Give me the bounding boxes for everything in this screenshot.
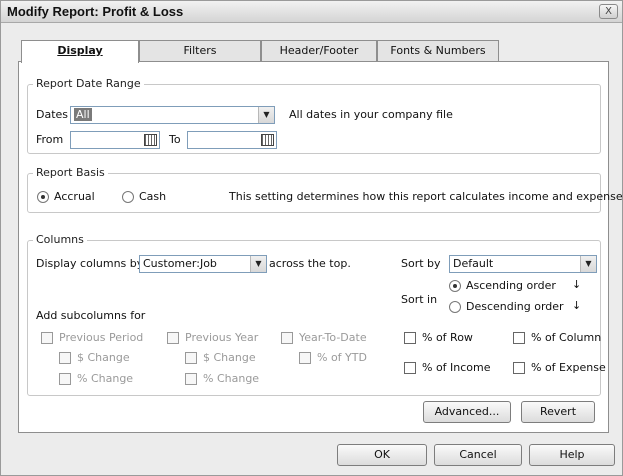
ascending-radio[interactable] (449, 280, 461, 292)
from-date-field[interactable] (70, 131, 160, 149)
date-range-title: Report Date Range (33, 77, 144, 90)
ok-button-label: OK (374, 448, 390, 461)
title-bar: Modify Report: Profit & Loss X (1, 1, 622, 23)
pct-row-checkbox[interactable] (404, 332, 416, 344)
year-to-date-checkbox[interactable] (281, 332, 293, 344)
chevron-down-icon: ▼ (258, 107, 274, 123)
pct-income-checkbox[interactable] (404, 362, 416, 374)
pct-row-label[interactable]: % of Row (422, 331, 473, 344)
pct-ytd-checkbox[interactable] (299, 352, 311, 364)
year-to-date-label[interactable]: Year-To-Date (299, 331, 367, 344)
chevron-down-icon: ▼ (250, 256, 266, 272)
chevron-down-icon: ▼ (580, 256, 596, 272)
previous-period-label[interactable]: Previous Period (59, 331, 143, 344)
cash-label[interactable]: Cash (139, 190, 166, 203)
cancel-button[interactable]: Cancel (434, 444, 522, 466)
pct-change-label-1[interactable]: % Change (77, 372, 133, 385)
tab-fonts-numbers[interactable]: Fonts & Numbers (377, 40, 499, 62)
report-basis-title: Report Basis (33, 166, 108, 179)
to-date-field[interactable] (187, 131, 277, 149)
tab-fonts-numbers-label: Fonts & Numbers (390, 44, 486, 57)
revert-button[interactable]: Revert (521, 401, 595, 423)
cancel-button-label: Cancel (459, 448, 497, 461)
pct-expense-checkbox[interactable] (513, 362, 525, 374)
tab-filters[interactable]: Filters (139, 40, 261, 62)
dates-label: Dates (36, 108, 69, 121)
dates-value: All (74, 108, 92, 121)
dialog-title: Modify Report: Profit & Loss (7, 4, 184, 19)
sort-ascending-icon: ↓ (572, 278, 582, 291)
pct-ytd-label[interactable]: % of YTD (317, 351, 367, 364)
tab-display-label: Display (57, 44, 103, 57)
tab-display[interactable]: Display (21, 40, 139, 63)
sort-descending-icon: ↓ (572, 299, 582, 312)
previous-year-label[interactable]: Previous Year (185, 331, 258, 344)
tab-header-footer-label: Header/Footer (279, 44, 359, 57)
accrual-radio[interactable] (37, 191, 49, 203)
pct-change-label-2[interactable]: % Change (203, 372, 259, 385)
descending-radio[interactable] (449, 301, 461, 313)
display-by-label: Display columns by (36, 257, 144, 270)
across-label: across the top. (269, 257, 351, 270)
pct-column-label[interactable]: % of Column (531, 331, 601, 344)
from-label: From (36, 133, 64, 146)
pct-income-label[interactable]: % of Income (422, 361, 491, 374)
to-label: To (169, 133, 181, 146)
basis-description: This setting determines how this report … (229, 190, 623, 203)
previous-year-checkbox[interactable] (167, 332, 179, 344)
dates-description: All dates in your company file (289, 108, 453, 121)
help-button-label: Help (559, 448, 585, 461)
cash-radio[interactable] (122, 191, 134, 203)
descending-label[interactable]: Descending order (466, 300, 564, 313)
close-icon: X (605, 6, 612, 17)
sort-by-label: Sort by (401, 257, 441, 270)
tab-filters-label: Filters (183, 44, 217, 57)
advanced-button[interactable]: Advanced... (423, 401, 511, 423)
advanced-button-label: Advanced... (434, 405, 500, 418)
ok-button[interactable]: OK (337, 444, 427, 466)
columns-title: Columns (33, 233, 87, 246)
sort-in-label: Sort in (401, 293, 438, 306)
dollar-change-label-1[interactable]: $ Change (77, 351, 130, 364)
display-by-value: Customer:Job (143, 257, 217, 270)
dollar-change-checkbox-2[interactable] (185, 352, 197, 364)
revert-button-label: Revert (539, 405, 577, 418)
sort-by-value: Default (453, 257, 494, 270)
pct-expense-label[interactable]: % of Expense (531, 361, 606, 374)
dollar-change-checkbox-1[interactable] (59, 352, 71, 364)
display-panel: Report Date Range Dates All ▼ All dates … (18, 61, 623, 433)
sort-by-select[interactable]: Default ▼ (449, 255, 597, 273)
tab-header-footer[interactable]: Header/Footer (261, 40, 377, 62)
ascending-label[interactable]: Ascending order (466, 279, 556, 292)
subcolumns-label: Add subcolumns for (36, 309, 146, 322)
calendar-icon[interactable] (144, 134, 157, 146)
modify-report-dialog: Modify Report: Profit & Loss X Display F… (0, 0, 623, 476)
accrual-label[interactable]: Accrual (54, 190, 95, 203)
pct-column-checkbox[interactable] (513, 332, 525, 344)
dates-select[interactable]: All ▼ (70, 106, 275, 124)
help-button[interactable]: Help (529, 444, 615, 466)
calendar-icon[interactable] (261, 134, 274, 146)
previous-period-checkbox[interactable] (41, 332, 53, 344)
dollar-change-label-2[interactable]: $ Change (203, 351, 256, 364)
pct-change-checkbox-2[interactable] (185, 373, 197, 385)
pct-change-checkbox-1[interactable] (59, 373, 71, 385)
display-columns-select[interactable]: Customer:Job ▼ (139, 255, 267, 273)
close-button[interactable]: X (599, 4, 618, 19)
